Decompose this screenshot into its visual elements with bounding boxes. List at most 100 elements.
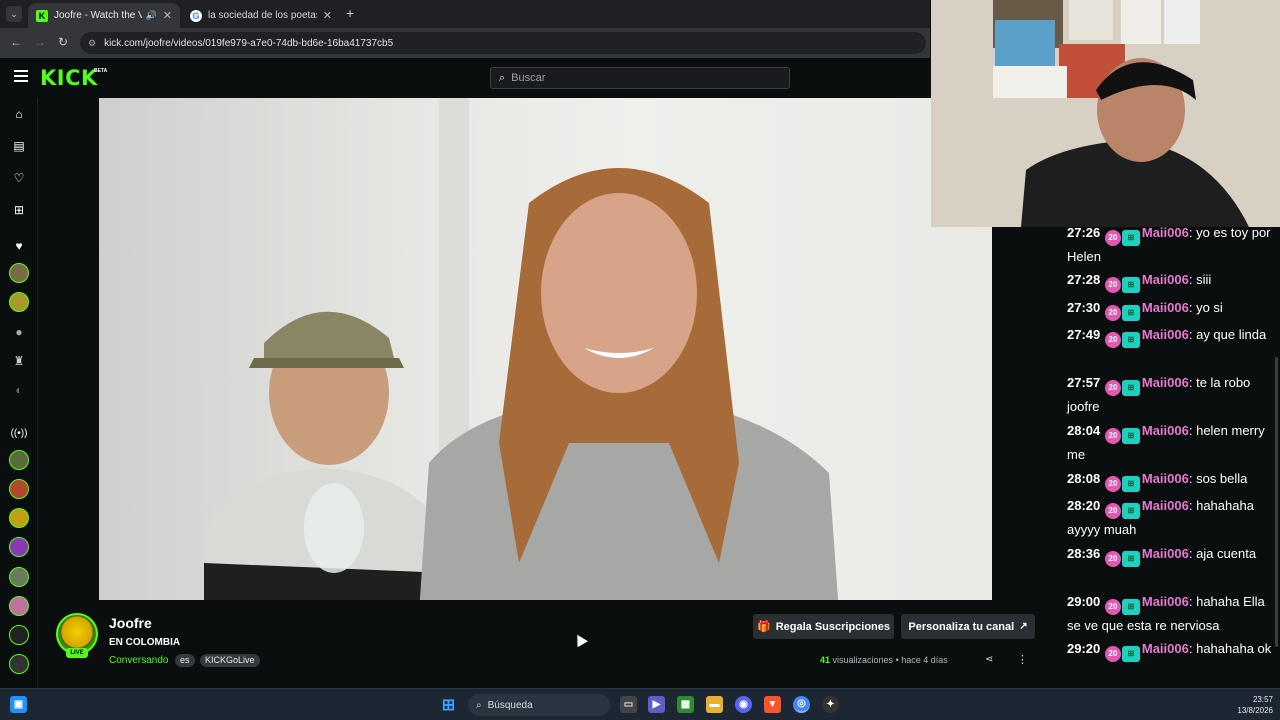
brave-icon[interactable]: ▼	[764, 696, 781, 713]
search-placeholder: Buscar	[511, 72, 546, 84]
subscriber-badge-icon: ⊞	[1121, 476, 1140, 492]
chat-username[interactable]: Maii006	[1142, 225, 1189, 240]
tag-language[interactable]: es	[175, 654, 195, 667]
browser-tab-bar: ⌄ K Joofre - Watch the VOD on 🔊 ✕ G la s…	[0, 0, 930, 28]
sub-badge-icon: 20	[1104, 599, 1121, 615]
subscriber-badge-icon: ⊞	[1121, 305, 1140, 321]
channel-avatar[interactable]	[9, 596, 29, 616]
teams-icon[interactable]: ▶	[648, 696, 665, 713]
close-tab-icon[interactable]: ✕	[323, 9, 332, 22]
tab-search-icon[interactable]: ⌄	[6, 6, 22, 22]
chat-message: 28:08 20 ⊞ Maii006: sos bella	[1067, 468, 1272, 492]
channel-icon[interactable]: ◐	[11, 382, 27, 398]
chat-username[interactable]: Maii006	[1142, 471, 1189, 486]
chat-message: 29:00 20 ⊞ Maii006: hahaha Ella se ve que …	[1067, 594, 1265, 633]
channel-icon[interactable]: ♜	[11, 353, 27, 369]
category-link[interactable]: Conversando	[109, 655, 168, 666]
sub-badge-icon: 20	[1104, 551, 1121, 567]
tab-kick[interactable]: K Joofre - Watch the VOD on 🔊 ✕	[28, 3, 180, 28]
channel-avatar[interactable]	[9, 508, 29, 528]
chrome-icon[interactable]: ◎	[793, 696, 810, 713]
forward-icon[interactable]: →	[34, 35, 46, 49]
channel-icon[interactable]: ●	[11, 324, 27, 340]
channel-avatar[interactable]	[9, 479, 29, 499]
channel-avatar[interactable]	[9, 292, 29, 312]
address-bar[interactable]: ⚙ kick.com/joofre/videos/019fe979-a7e0-7…	[80, 32, 926, 54]
chat-message: 27:28 20 ⊞ Maii006: siii	[1067, 269, 1272, 293]
chat-username[interactable]: Maii006	[1142, 300, 1189, 315]
back-icon[interactable]: ←	[10, 35, 22, 49]
widgets-icon[interactable]: ▣	[10, 696, 27, 713]
chat-message: 29:20 20 ⊞ Maii006: hahahaha ok	[1067, 638, 1272, 662]
heart-icon[interactable]: ♥	[11, 238, 27, 254]
home-icon[interactable]: ⌂	[11, 106, 27, 122]
taskbar-search[interactable]: ⌕ Búsqueda	[468, 694, 610, 716]
sub-badge-icon: 20	[1104, 332, 1121, 348]
chat-username[interactable]: Maii006	[1142, 327, 1189, 342]
subscriber-badge-icon: ⊞	[1121, 428, 1140, 444]
channel-name[interactable]: Joofre	[109, 615, 152, 631]
taskbar-clock[interactable]: 23:57 13/8/2026	[1228, 694, 1273, 716]
video-player[interactable]	[99, 98, 992, 600]
google-favicon-icon: G	[190, 9, 202, 22]
search-icon: ⌕	[476, 699, 482, 711]
app-icon[interactable]: ✦	[822, 696, 839, 713]
following-icon[interactable]: ♡	[11, 170, 27, 186]
more-options-icon[interactable]: ⋮	[1017, 653, 1028, 666]
channel-avatar[interactable]	[9, 263, 29, 283]
channel-avatar[interactable]	[9, 537, 29, 557]
browse-icon[interactable]: ▤	[11, 138, 27, 154]
video-person-left	[204, 311, 449, 600]
chat-message: 28:20 20 ⊞ Maii006: hahahaha ayyyy muah	[1067, 498, 1254, 537]
minecraft-icon[interactable]: ▦	[677, 696, 694, 713]
channel-avatar[interactable]	[9, 625, 29, 645]
search-input[interactable]: ⌕ Buscar	[490, 67, 790, 89]
customize-channel-button[interactable]: Personaliza tu canal ↗	[901, 614, 1035, 639]
close-tab-icon[interactable]: ✕	[163, 9, 172, 22]
chat-username[interactable]: Maii006	[1142, 498, 1189, 513]
windows-taskbar: ▣ ⊞ ⌕ Búsqueda ▭ ▶ ▦ ▬ ◉ ▼ ◎ ✦ 23:57 13/…	[0, 688, 1280, 720]
left-sidebar: ⌂ ▤ ♡ ⊞ ♥ ● ♜ ◐ ((•))	[0, 98, 38, 688]
chat-message: 28:04 20 ⊞ Maii006: helen merry me	[1067, 423, 1265, 462]
chat-message: 27:30 20 ⊞ Maii006: yo si	[1067, 297, 1272, 321]
beta-label: BETA	[94, 68, 108, 74]
chat-username[interactable]: Maii006	[1142, 375, 1189, 390]
chat-message: 27:26 20 ⊞ Maii006: yo es toy por Helen	[1067, 225, 1271, 264]
hamburger-menu-icon[interactable]	[14, 70, 28, 82]
site-header: KICK BETA ⌕ Buscar	[0, 58, 930, 98]
site-info-icon[interactable]: ⚙	[88, 38, 96, 49]
tab-title: la sociedad de los poetas muer	[208, 10, 317, 21]
subscriber-badge-icon: ⊞	[1121, 551, 1140, 567]
sub-badge-icon: 20	[1104, 503, 1121, 519]
subscriber-badge-icon: ⊞	[1121, 503, 1140, 519]
chat-username[interactable]: Maii006	[1142, 641, 1189, 656]
chat-scrollbar[interactable]	[1275, 357, 1278, 647]
chat-username[interactable]: Maii006	[1142, 423, 1189, 438]
gift-subscriptions-button[interactable]: 🎁 Regala Suscripciones	[753, 614, 894, 639]
tag-kickgolive[interactable]: KICKGoLive	[200, 654, 260, 667]
channel-avatar[interactable]	[9, 450, 29, 470]
video-person-right	[419, 168, 839, 600]
share-icon[interactable]: ⋖	[985, 654, 993, 665]
channel-avatar[interactable]	[9, 567, 29, 587]
discord-icon[interactable]: ◉	[735, 696, 752, 713]
reload-icon[interactable]: ↻	[58, 35, 68, 49]
channel-avatar[interactable]	[9, 654, 29, 674]
chat-username[interactable]: Maii006	[1142, 594, 1189, 609]
task-view-icon[interactable]: ▭	[620, 696, 637, 713]
external-link-icon: ↗	[1019, 621, 1028, 632]
categories-icon[interactable]: ⊞	[11, 202, 27, 218]
kick-logo[interactable]: KICK	[40, 66, 98, 90]
tab-google[interactable]: G la sociedad de los poetas muer ✕	[182, 3, 340, 28]
subscriber-badge-icon: ⊞	[1121, 646, 1140, 662]
speaker-icon[interactable]: 🔊	[146, 10, 157, 21]
windows-start-icon[interactable]: ⊞	[440, 696, 457, 714]
new-tab-icon[interactable]: +	[346, 5, 354, 21]
subscriber-badge-icon: ⊞	[1121, 230, 1140, 246]
chat-username[interactable]: Maii006	[1142, 546, 1189, 561]
file-explorer-icon[interactable]: ▬	[706, 696, 723, 713]
chat-message: 27:49 20 ⊞ Maii006: ay que linda	[1067, 324, 1272, 348]
sub-badge-icon: 20	[1104, 230, 1121, 246]
chat-username[interactable]: Maii006	[1142, 272, 1189, 287]
live-signal-icon[interactable]: ((•))	[11, 425, 28, 441]
